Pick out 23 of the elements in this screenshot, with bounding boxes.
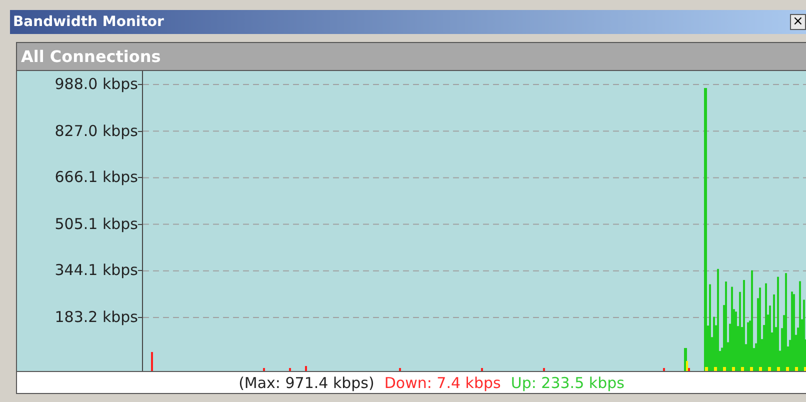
combined-bar <box>777 367 780 371</box>
axis-label: 505.1 kbps <box>54 214 138 233</box>
axis-label: 344.1 kbps <box>54 261 138 280</box>
combined-bar <box>741 367 744 371</box>
window-title: Bandwidth Monitor <box>13 14 164 30</box>
combined-bar <box>705 367 708 371</box>
axis-label: 988.0 kbps <box>54 75 138 93</box>
combined-bar <box>786 367 789 371</box>
combined-bar <box>795 367 798 371</box>
axis-label: 666.1 kbps <box>54 168 138 186</box>
status-text: Up: 233.5 kbps <box>510 374 624 392</box>
combined-bar <box>750 367 753 371</box>
status-text: (Max: 971.4 kbps) <box>238 374 374 392</box>
close-button[interactable]: × <box>790 14 806 30</box>
axis-label: 827.0 kbps <box>54 122 138 140</box>
status-text: Down: 7.4 kbps <box>384 374 501 392</box>
panel-title: All Connections <box>21 47 161 66</box>
combined-bar <box>768 367 771 371</box>
combined-bar <box>723 367 726 371</box>
combined-bar <box>759 367 762 371</box>
axis-label: 183.2 kbps <box>54 308 138 326</box>
combined-bar <box>714 367 717 371</box>
combined-bar <box>732 367 735 371</box>
